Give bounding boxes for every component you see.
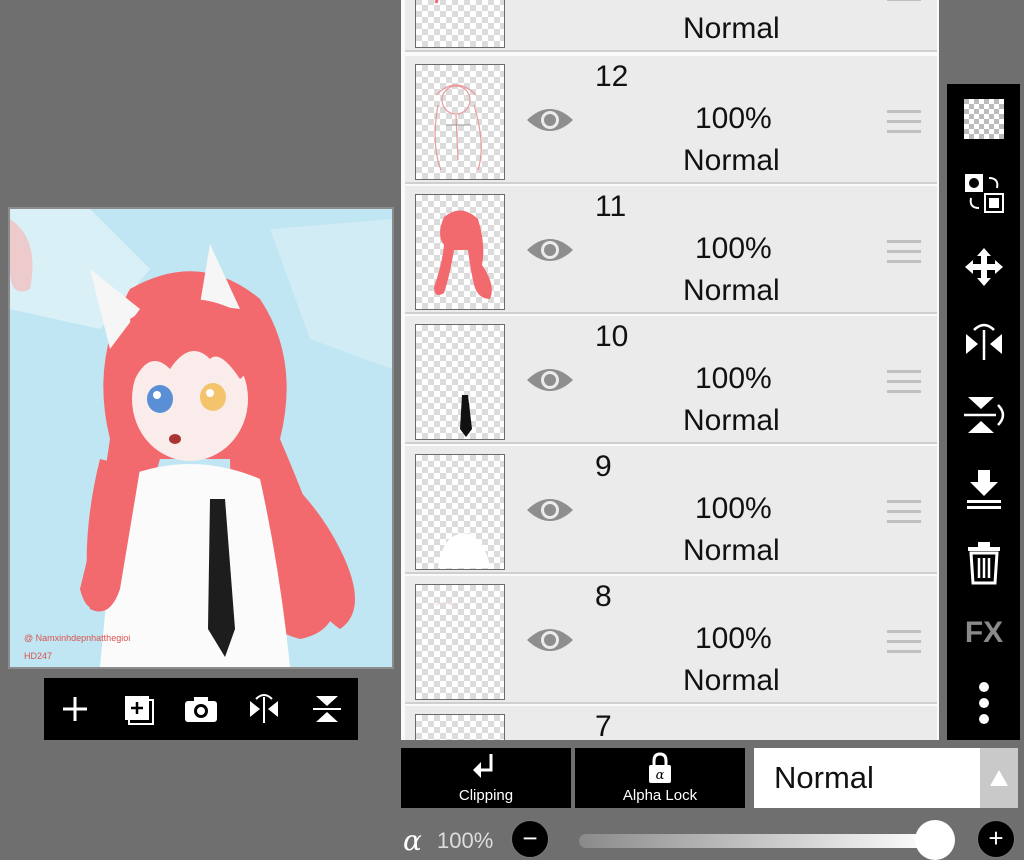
blend-mode-select[interactable]: Normal bbox=[754, 748, 980, 808]
clipping-button[interactable]: Clipping bbox=[401, 748, 571, 808]
layer-blend-mode: Normal bbox=[683, 12, 780, 45]
layer-thumbnail[interactable] bbox=[415, 194, 505, 310]
layer-opacity: 100% bbox=[695, 492, 772, 525]
visibility-eye-icon[interactable] bbox=[525, 362, 575, 398]
alpha-lock-button[interactable]: α Alpha Lock bbox=[575, 748, 745, 808]
visibility-eye-icon[interactable] bbox=[525, 622, 575, 658]
layer-blend-mode: Normal bbox=[683, 404, 780, 437]
drag-handle-icon[interactable] bbox=[887, 110, 921, 134]
layer-row[interactable]: 11 100% Normal bbox=[405, 186, 937, 314]
opacity-value: 100% bbox=[437, 828, 494, 853]
layer-blend-mode: Normal bbox=[683, 144, 780, 177]
drag-handle-icon[interactable] bbox=[887, 500, 921, 524]
visibility-eye-icon[interactable] bbox=[525, 232, 575, 268]
flip-vertical-icon[interactable] bbox=[305, 687, 349, 731]
clipping-icon bbox=[473, 754, 493, 778]
visibility-eye-icon[interactable] bbox=[525, 102, 575, 138]
layer-row[interactable]: 8 100% Normal bbox=[405, 576, 937, 704]
layer-blend-mode: Normal bbox=[683, 664, 780, 697]
add-layer-icon[interactable] bbox=[116, 687, 160, 731]
drag-handle-icon[interactable] bbox=[887, 370, 921, 394]
layer-opacity: 100% bbox=[695, 622, 772, 655]
layer-name: 9 bbox=[595, 450, 612, 483]
canvas-toolbar bbox=[44, 678, 358, 740]
opacity-control: α 100% − + bbox=[401, 818, 1024, 860]
lock-icon: α bbox=[649, 752, 671, 783]
layer-thumbnail[interactable] bbox=[415, 324, 505, 440]
layer-row[interactable]: 100% Normal bbox=[405, 0, 937, 52]
flip-horizontal-icon[interactable] bbox=[242, 687, 286, 731]
svg-text:α: α bbox=[656, 768, 665, 783]
drag-handle-icon[interactable] bbox=[887, 0, 921, 2]
drag-handle-icon[interactable] bbox=[887, 240, 921, 264]
layer-thumbnail[interactable] bbox=[415, 714, 505, 740]
layer-tools-sidebar: FX bbox=[947, 84, 1020, 740]
merge-down-icon[interactable] bbox=[959, 464, 1009, 514]
layer-name: 8 bbox=[595, 580, 612, 613]
layer-opacity: 100% bbox=[695, 0, 772, 4]
opacity-slider-track[interactable] bbox=[579, 834, 935, 848]
layer-opacity: 100% bbox=[695, 232, 772, 265]
more-icon[interactable] bbox=[959, 678, 1009, 728]
layer-row[interactable]: 10 100% Normal bbox=[405, 316, 937, 444]
layers-panel: 100% Normal 12 100% Normal 11 100% Normal 10 100%… bbox=[401, 0, 939, 740]
layer-opacity: 100% bbox=[695, 102, 772, 135]
blend-mode-value: Normal bbox=[774, 760, 874, 795]
drag-handle-icon[interactable] bbox=[887, 630, 921, 654]
blend-mode-dropdown-button[interactable] bbox=[980, 748, 1018, 808]
trash-icon[interactable] bbox=[959, 538, 1009, 588]
fx-icon[interactable]: FX bbox=[959, 608, 1009, 658]
layer-opacity: 100% bbox=[695, 362, 772, 395]
alpha-symbol: α bbox=[403, 824, 422, 857]
watermark-id: HD247 bbox=[24, 651, 53, 661]
layer-name: 7 bbox=[595, 710, 612, 740]
layer-thumbnail[interactable] bbox=[415, 584, 505, 700]
chevron-up-icon bbox=[990, 770, 1008, 786]
opacity-slider-thumb[interactable] bbox=[915, 820, 955, 860]
move-icon[interactable] bbox=[959, 242, 1009, 292]
layer-thumbnail[interactable] bbox=[415, 64, 505, 180]
layer-name: 10 bbox=[595, 320, 629, 353]
swap-layer-icon[interactable] bbox=[959, 168, 1009, 218]
opacity-increase-button[interactable]: + bbox=[977, 820, 1015, 858]
alpha-lock-label: Alpha Lock bbox=[622, 787, 698, 804]
layer-name: 11 bbox=[595, 190, 627, 223]
visibility-eye-icon[interactable] bbox=[525, 0, 575, 6]
layer-name: 12 bbox=[595, 60, 629, 93]
visibility-eye-icon[interactable] bbox=[525, 492, 575, 528]
layer-blend-mode: Normal bbox=[683, 274, 780, 307]
add-icon[interactable] bbox=[53, 687, 97, 731]
canvas-preview[interactable]: @ Namxinhdepnhatthegioi HD247 bbox=[8, 207, 394, 669]
transparency-icon[interactable] bbox=[959, 94, 1009, 144]
layer-row[interactable]: 9 100% Normal bbox=[405, 446, 937, 574]
camera-icon[interactable] bbox=[179, 687, 223, 731]
flip-horizontal-icon[interactable] bbox=[959, 316, 1009, 366]
opacity-decrease-button[interactable]: − bbox=[511, 820, 549, 858]
layer-row[interactable]: 12 100% Normal bbox=[405, 56, 937, 184]
artwork-image bbox=[10, 209, 392, 667]
watermark-text: @ Namxinhdepnhatthegioi bbox=[24, 633, 131, 643]
layer-row[interactable]: 7 bbox=[405, 706, 937, 740]
layer-thumbnail[interactable] bbox=[415, 454, 505, 570]
flip-vertical-icon[interactable] bbox=[959, 390, 1009, 440]
layer-thumbnail[interactable] bbox=[415, 0, 505, 48]
layer-blend-mode: Normal bbox=[683, 534, 780, 567]
clipping-label: Clipping bbox=[458, 787, 514, 804]
